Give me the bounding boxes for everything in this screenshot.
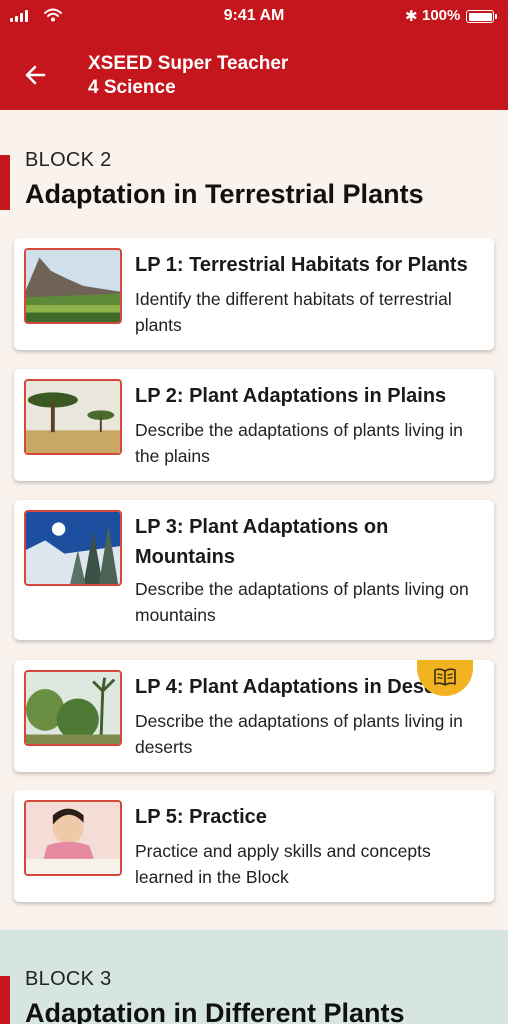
next-block-section: BLOCK 3 Adaptation in Different Plants — [0, 930, 508, 1024]
lesson-title: LP 2: Plant Adaptations in Plains — [135, 385, 447, 407]
lesson-description: Describe the adaptations of plants livin… — [135, 579, 469, 625]
block-accent-bar — [0, 976, 10, 1024]
lesson-thumbnail — [24, 670, 122, 746]
app-name: XSEED Super Teacher — [88, 53, 289, 74]
page-title: XSEED Super Teacher 4 Science — [88, 52, 288, 100]
lesson-title: LP 1: Terrestrial Habitats for Plants — [135, 254, 468, 276]
course-name: 4 Science — [88, 77, 176, 98]
lesson-thumbnail — [24, 510, 122, 586]
battery-percent: 100% — [422, 7, 461, 24]
block-accent-bar — [0, 155, 10, 210]
lesson-description: Describe the adaptations of plants livin… — [135, 711, 463, 757]
lesson-card-lp1[interactable]: LP 1: Terrestrial Habitats for Plants Id… — [14, 238, 494, 350]
lesson-description: Describe the adaptations of plants livin… — [135, 420, 463, 466]
lesson-description: Practice and apply skills and concepts l… — [135, 841, 431, 887]
lesson-card-lp3[interactable]: LP 3: Plant Adaptations on Mountains Des… — [14, 500, 494, 640]
bluetooth-icon: ✱ — [405, 8, 418, 25]
app-header: 9:41 AM ✱ 100% XSEED Super Teacher 4 Sci… — [0, 0, 508, 110]
lesson-description: Identify the different habitats of terre… — [135, 289, 452, 335]
lesson-thumbnail — [24, 800, 122, 876]
lesson-card-lp2[interactable]: LP 2: Plant Adaptations in Plains Descri… — [14, 369, 494, 481]
status-bar: 9:41 AM ✱ 100% — [0, 0, 508, 32]
lesson-title: LP 5: Practice — [135, 806, 267, 828]
lesson-title: LP 3: Plant Adaptations on Mountains — [135, 516, 389, 568]
lesson-card-lp5[interactable]: LP 5: Practice Practice and apply skills… — [14, 790, 494, 902]
block-header: BLOCK 2 Adaptation in Terrestrial Plants — [0, 145, 508, 215]
block-title: Adaptation in Different Plants — [25, 998, 405, 1024]
arrow-left-icon[interactable] — [22, 62, 48, 88]
battery-icon — [466, 10, 494, 23]
book-icon — [434, 668, 456, 686]
lesson-thumbnail — [24, 248, 122, 324]
block-label: BLOCK 2 — [25, 149, 112, 171]
lesson-thumbnail — [24, 379, 122, 455]
block-title: Adaptation in Terrestrial Plants — [25, 179, 424, 209]
block-label: BLOCK 3 — [25, 968, 112, 990]
